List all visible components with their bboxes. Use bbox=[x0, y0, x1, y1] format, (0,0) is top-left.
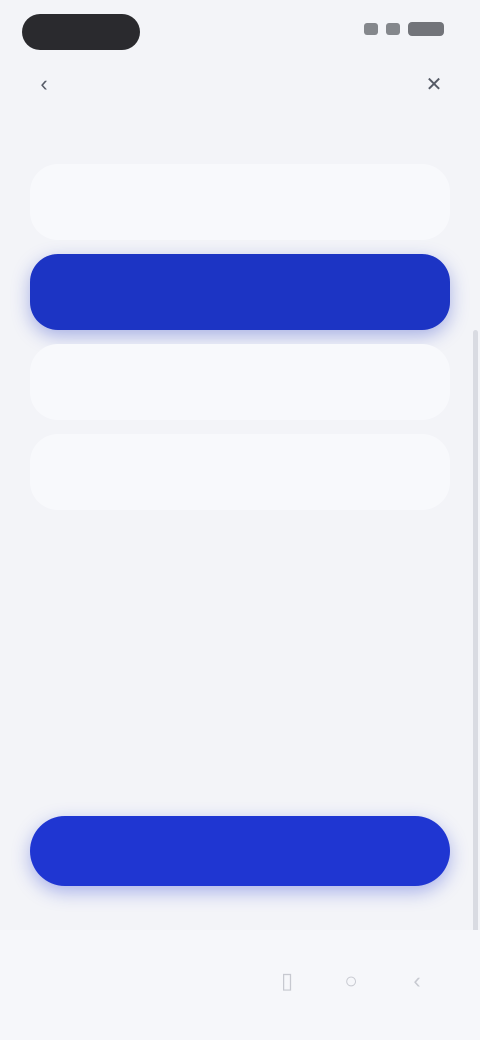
scrollbar[interactable] bbox=[473, 330, 478, 940]
option-3[interactable] bbox=[30, 344, 450, 420]
wifi-icon bbox=[386, 23, 400, 35]
option-4[interactable] bbox=[30, 434, 450, 510]
recents-icon[interactable]: ▯ bbox=[270, 964, 304, 998]
camera-cutout bbox=[22, 14, 140, 50]
home-icon[interactable]: ○ bbox=[334, 964, 368, 998]
status-icons bbox=[364, 22, 444, 36]
close-icon[interactable]: ✕ bbox=[420, 70, 448, 98]
continue-button[interactable] bbox=[30, 816, 450, 886]
option-1[interactable] bbox=[30, 164, 450, 240]
chevron-left-icon[interactable]: ‹ bbox=[30, 70, 58, 98]
system-nav-bar: ▯ ○ ‹ bbox=[0, 930, 480, 1040]
status-bar bbox=[0, 0, 480, 64]
option-2-selected[interactable] bbox=[30, 254, 450, 330]
header: ‹ ✕ bbox=[0, 56, 480, 112]
signal-icon bbox=[364, 23, 378, 35]
options-list bbox=[30, 164, 450, 524]
back-icon[interactable]: ‹ bbox=[400, 964, 434, 998]
battery-icon bbox=[408, 22, 444, 36]
